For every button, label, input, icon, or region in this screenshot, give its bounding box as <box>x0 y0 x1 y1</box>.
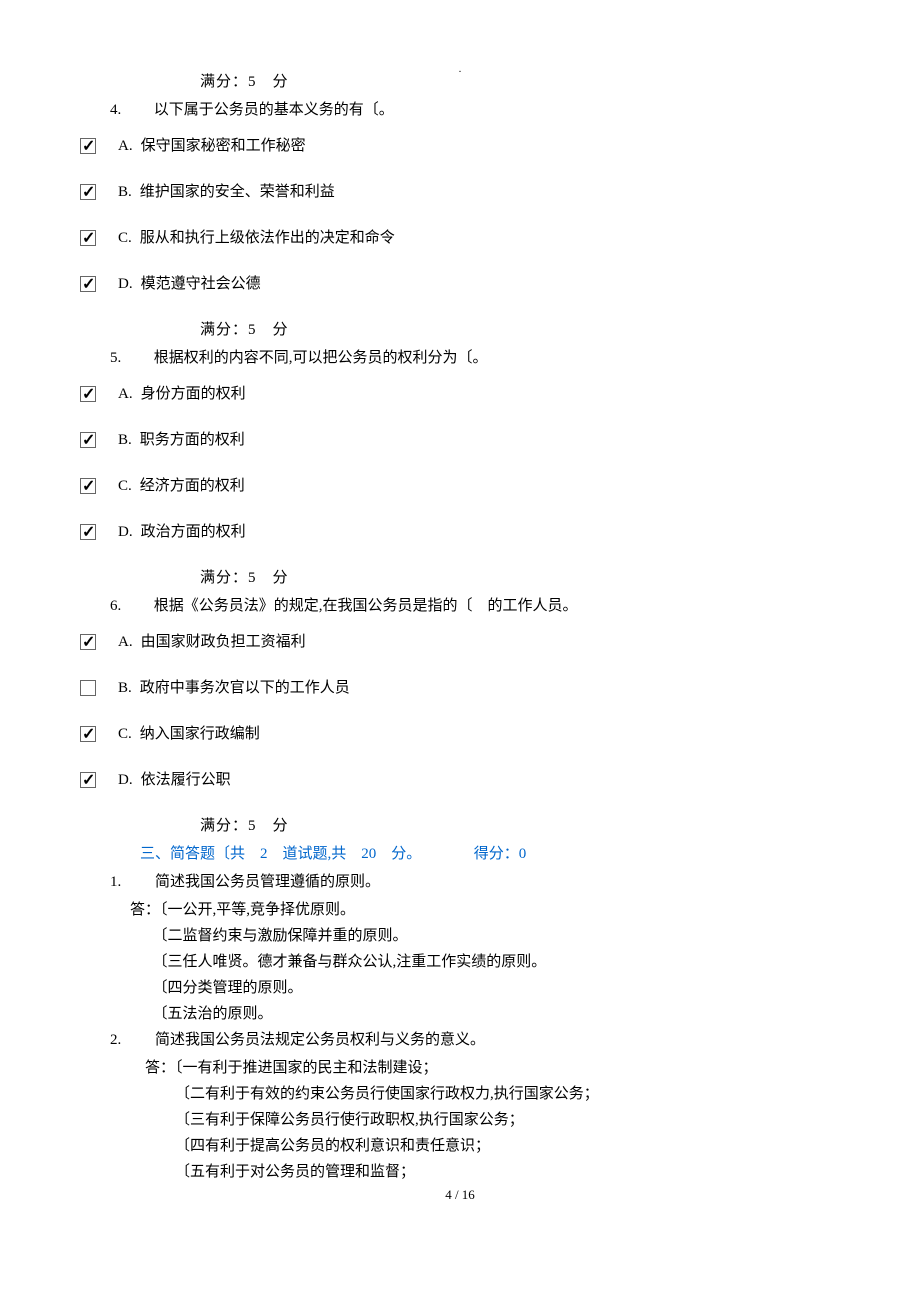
question-5: 5. 根据权利的内容不同,可以把公务员的权利分为〔。 <box>110 346 840 370</box>
page-header-dot: . <box>0 62 920 78</box>
short-answer-1: 1. 简述我国公务员管理遵循的原则。 <box>110 870 840 894</box>
option-row: D. 政治方面的权利 <box>80 520 840 544</box>
answer-question-text: 简述我国公务员法规定公务员权利与义务的意义。 <box>155 1032 485 1048</box>
option-row: C. 服从和执行上级依法作出的决定和命令 <box>80 226 840 250</box>
option-text: 由国家财政负担工资福利 <box>141 630 306 654</box>
option-letter: D. <box>118 520 133 544</box>
option-row: C. 纳入国家行政编制 <box>80 722 840 746</box>
answer-line: 答：〔一有利于推进国家的民主和法制建设； <box>145 1056 840 1080</box>
option-text: 依法履行公职 <box>141 768 231 792</box>
option-row: B. 维护国家的安全、荣誉和利益 <box>80 180 840 204</box>
option-row: D. 依法履行公职 <box>80 768 840 792</box>
option-letter: D. <box>118 768 133 792</box>
checkbox-icon[interactable] <box>80 386 96 402</box>
answer-line: 〔四分类管理的原则。 <box>130 976 840 1000</box>
option-letter: D. <box>118 272 133 296</box>
option-text: 模范遵守社会公德 <box>141 272 261 296</box>
option-letter: A. <box>118 134 133 158</box>
question-4: 4. 以下属于公务员的基本义务的有〔。 <box>110 98 840 122</box>
answer-line: 〔五有利于对公务员的管理和监督； <box>175 1160 840 1184</box>
checkbox-icon[interactable] <box>80 524 96 540</box>
checkbox-icon[interactable] <box>80 432 96 448</box>
option-letter: C. <box>118 722 132 746</box>
question-text: 根据《公务员法》的规定,在我国公务员是指的〔 的工作人员。 <box>154 598 578 614</box>
option-letter: A. <box>118 630 133 654</box>
answer-line: 答：〔一公开,平等,竞争择优原则。 <box>130 898 840 922</box>
answer-line: 〔四有利于提高公务员的权利意识和责任意识； <box>175 1134 840 1158</box>
checkbox-icon[interactable] <box>80 726 96 742</box>
option-letter: B. <box>118 428 132 452</box>
checkbox-icon[interactable] <box>80 634 96 650</box>
option-letter: C. <box>118 474 132 498</box>
section-3-title: 三、简答题〔共 2 道试题,共 20 分。 得分：0 <box>140 842 840 866</box>
option-text: 纳入国家行政编制 <box>140 722 260 746</box>
answer-question-text: 简述我国公务员管理遵循的原则。 <box>155 874 380 890</box>
option-letter: B. <box>118 676 132 700</box>
question-number: 6. <box>110 594 150 618</box>
checkbox-icon[interactable] <box>80 230 96 246</box>
option-text: 维护国家的安全、荣誉和利益 <box>140 180 335 204</box>
answer-line: 〔五法治的原则。 <box>130 1002 840 1026</box>
option-text: 服从和执行上级依法作出的决定和命令 <box>140 226 395 250</box>
question-text: 以下属于公务员的基本义务的有〔。 <box>154 102 394 118</box>
option-row: C. 经济方面的权利 <box>80 474 840 498</box>
option-text: 身份方面的权利 <box>141 382 246 406</box>
option-row: A. 保守国家秘密和工作秘密 <box>80 134 840 158</box>
option-letter: C. <box>118 226 132 250</box>
answer-line: 〔三任人唯贤。德才兼备与群众公认,注重工作实绩的原则。 <box>130 950 840 974</box>
option-letter: A. <box>118 382 133 406</box>
option-text: 政府中事务次官以下的工作人员 <box>140 676 350 700</box>
answer-line: 〔二有利于有效的约束公务员行使国家行政权力,执行国家公务； <box>175 1082 840 1106</box>
score-line-q6-pre: 满分：5 分 <box>200 566 840 590</box>
checkbox-icon[interactable] <box>80 680 96 696</box>
score-line-final: 满分：5 分 <box>200 814 840 838</box>
option-text: 职务方面的权利 <box>140 428 245 452</box>
checkbox-icon[interactable] <box>80 772 96 788</box>
option-letter: B. <box>118 180 132 204</box>
question-number: 5. <box>110 346 150 370</box>
option-text: 政治方面的权利 <box>141 520 246 544</box>
checkbox-icon[interactable] <box>80 478 96 494</box>
question-6: 6. 根据《公务员法》的规定,在我国公务员是指的〔 的工作人员。 <box>110 594 840 618</box>
answer-line: 〔三有利于保障公务员行使行政职权,执行国家公务； <box>175 1108 840 1132</box>
short-answer-2: 2. 简述我国公务员法规定公务员权利与义务的意义。 <box>110 1028 840 1052</box>
checkbox-icon[interactable] <box>80 184 96 200</box>
option-row: A. 由国家财政负担工资福利 <box>80 630 840 654</box>
answer-number: 2. <box>110 1032 121 1048</box>
checkbox-icon[interactable] <box>80 276 96 292</box>
option-row: B. 政府中事务次官以下的工作人员 <box>80 676 840 700</box>
option-text: 经济方面的权利 <box>140 474 245 498</box>
answer-line: 〔二监督约束与激励保障并重的原则。 <box>130 924 840 948</box>
option-row: B. 职务方面的权利 <box>80 428 840 452</box>
option-text: 保守国家秘密和工作秘密 <box>141 134 306 158</box>
option-row: D. 模范遵守社会公德 <box>80 272 840 296</box>
question-text: 根据权利的内容不同,可以把公务员的权利分为〔。 <box>154 350 488 366</box>
checkbox-icon[interactable] <box>80 138 96 154</box>
answer-number: 1. <box>110 874 121 890</box>
page-number: 4 / 16 <box>0 1185 920 1206</box>
option-row: A. 身份方面的权利 <box>80 382 840 406</box>
score-line-q5-pre: 满分：5 分 <box>200 318 840 342</box>
question-number: 4. <box>110 98 150 122</box>
